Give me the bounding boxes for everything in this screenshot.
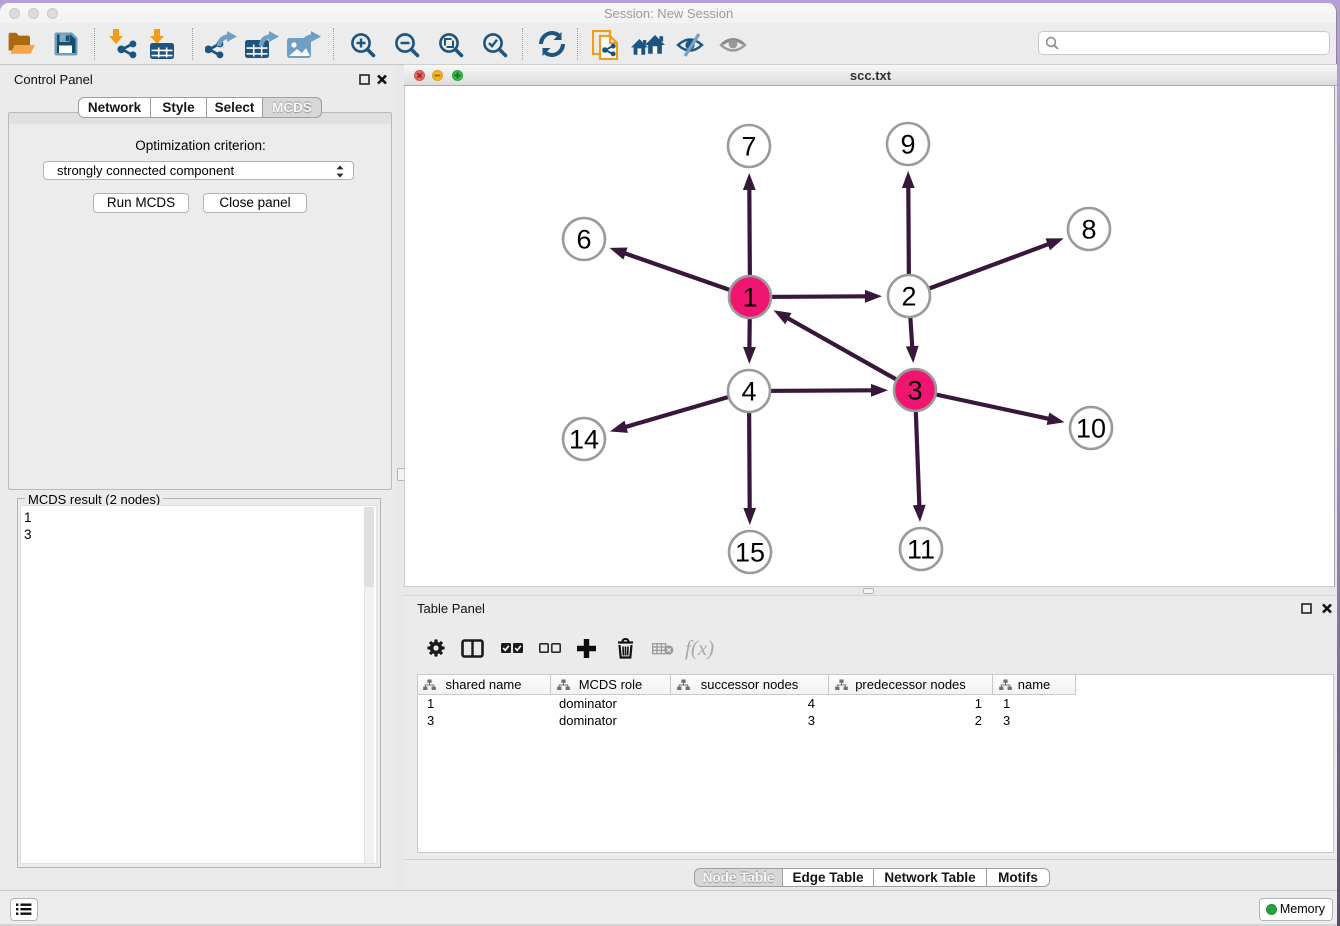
svg-text:8: 8: [1081, 215, 1096, 245]
svg-text:6: 6: [576, 225, 591, 255]
svg-text:15: 15: [735, 538, 765, 568]
svg-text:9: 9: [900, 130, 915, 160]
svg-text:14: 14: [569, 425, 599, 455]
svg-text:10: 10: [1076, 414, 1106, 444]
svg-text:1: 1: [742, 283, 757, 313]
svg-text:4: 4: [741, 377, 756, 407]
svg-text:2: 2: [901, 282, 916, 312]
svg-text:7: 7: [741, 132, 756, 162]
svg-text:11: 11: [907, 535, 935, 565]
svg-text:3: 3: [907, 376, 922, 406]
